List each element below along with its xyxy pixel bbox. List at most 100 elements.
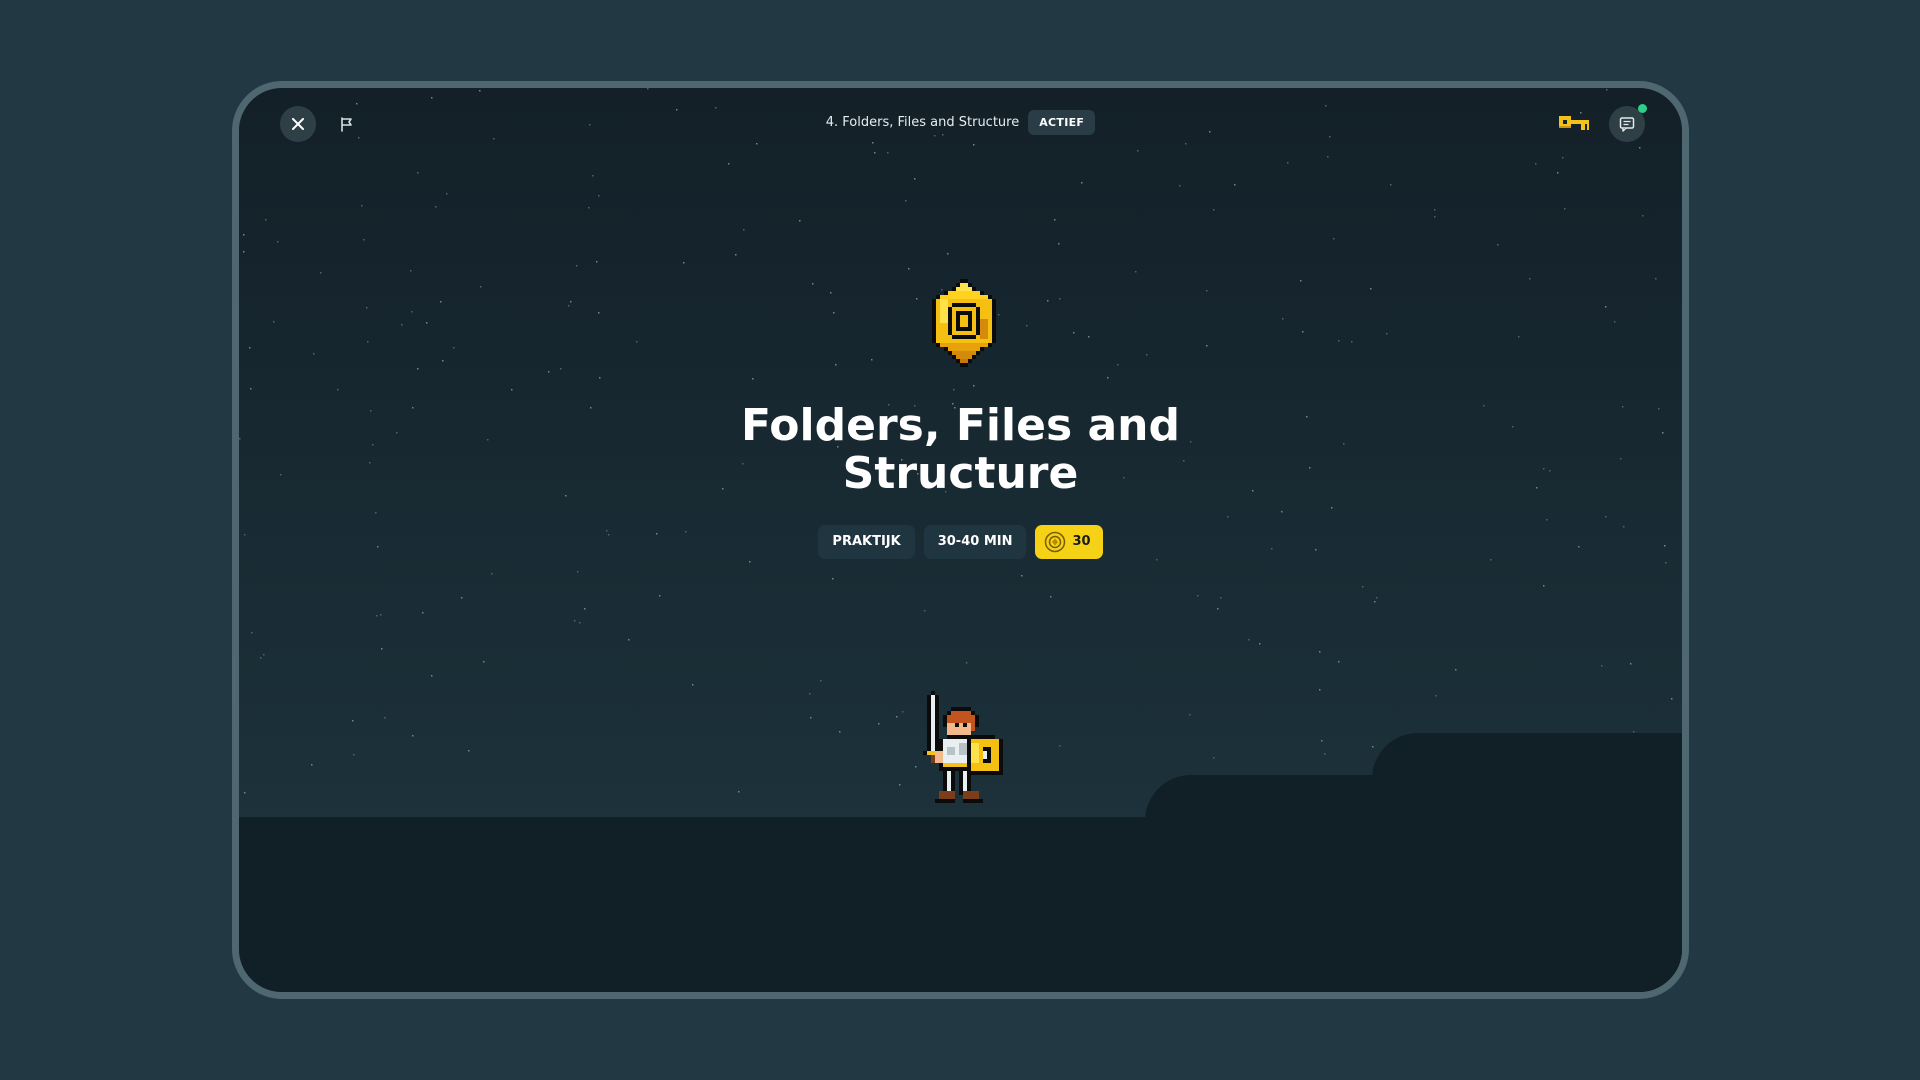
star (598, 195, 600, 197)
star (628, 639, 630, 641)
star (1021, 575, 1023, 577)
star (1156, 559, 1158, 561)
star (1282, 318, 1284, 320)
star (1601, 665, 1603, 667)
coin-icon (1045, 531, 1066, 553)
star (243, 234, 245, 236)
star (356, 103, 358, 105)
star (361, 205, 363, 207)
tag-lesson-type: PRAKTIJK (818, 525, 915, 559)
star (1386, 333, 1388, 335)
star (896, 716, 898, 718)
star (1047, 300, 1049, 302)
star (830, 292, 832, 294)
ground (239, 817, 1682, 992)
star (417, 368, 419, 370)
star (752, 378, 754, 380)
star (568, 305, 570, 307)
star (431, 97, 433, 99)
star (1088, 336, 1090, 338)
star (1107, 377, 1109, 379)
star (363, 239, 365, 241)
star (1549, 470, 1551, 472)
star (1248, 639, 1250, 641)
star (461, 597, 463, 599)
device-frame: 4. Folders, Files and Structure ACTIEF F… (232, 81, 1689, 999)
star (1512, 426, 1514, 428)
star (352, 720, 354, 722)
star (1362, 586, 1364, 588)
star (280, 474, 282, 476)
star (953, 389, 955, 391)
star (1662, 432, 1664, 434)
star (1497, 244, 1499, 246)
star (1234, 184, 1236, 186)
star (1206, 345, 1208, 347)
star (1146, 354, 1148, 356)
star (320, 272, 322, 274)
star (440, 301, 442, 303)
star (446, 193, 448, 195)
star (243, 251, 245, 253)
star (277, 241, 279, 243)
star (468, 750, 470, 752)
star (590, 407, 592, 409)
star (683, 262, 685, 264)
star (251, 632, 253, 634)
star (1642, 215, 1644, 217)
star (1329, 136, 1331, 138)
star (1483, 405, 1485, 407)
star (1059, 745, 1061, 747)
star (411, 311, 413, 313)
star (263, 654, 265, 656)
tag-duration: 30-40 MIN (923, 525, 1027, 559)
star (1490, 559, 1492, 561)
star (1179, 185, 1181, 187)
star (426, 322, 428, 324)
star (1434, 216, 1436, 218)
star (1319, 651, 1321, 653)
star (592, 175, 594, 177)
star (1529, 278, 1531, 280)
star (493, 138, 495, 140)
key-button[interactable] (1557, 106, 1593, 142)
star (1671, 698, 1673, 700)
star (1655, 278, 1657, 280)
star (479, 90, 481, 92)
star (422, 612, 424, 614)
star (1665, 562, 1667, 564)
star (1614, 321, 1616, 323)
star (832, 578, 834, 580)
star (1137, 150, 1139, 152)
star (1536, 487, 1538, 489)
chat-button[interactable] (1609, 104, 1647, 142)
star (1300, 280, 1302, 282)
star (966, 662, 968, 664)
star (799, 220, 801, 222)
star (835, 364, 837, 366)
star (820, 680, 822, 682)
star (1374, 601, 1376, 603)
lesson-header: 4. Folders, Files and Structure ACTIEF (239, 110, 1682, 135)
star (511, 389, 513, 391)
star (369, 462, 371, 464)
star (1562, 157, 1564, 159)
star (908, 268, 910, 270)
star (1054, 219, 1056, 221)
star (1546, 519, 1548, 521)
star (570, 301, 572, 303)
star (812, 283, 814, 285)
star (1327, 156, 1329, 158)
star (872, 142, 874, 144)
star (1220, 597, 1222, 599)
star (1676, 98, 1678, 100)
star (1333, 238, 1335, 240)
star (1564, 208, 1566, 210)
star (871, 359, 873, 361)
star (410, 270, 412, 272)
star (878, 723, 880, 725)
star (810, 717, 812, 719)
star (1455, 669, 1457, 671)
star (487, 439, 489, 441)
star (265, 219, 267, 221)
